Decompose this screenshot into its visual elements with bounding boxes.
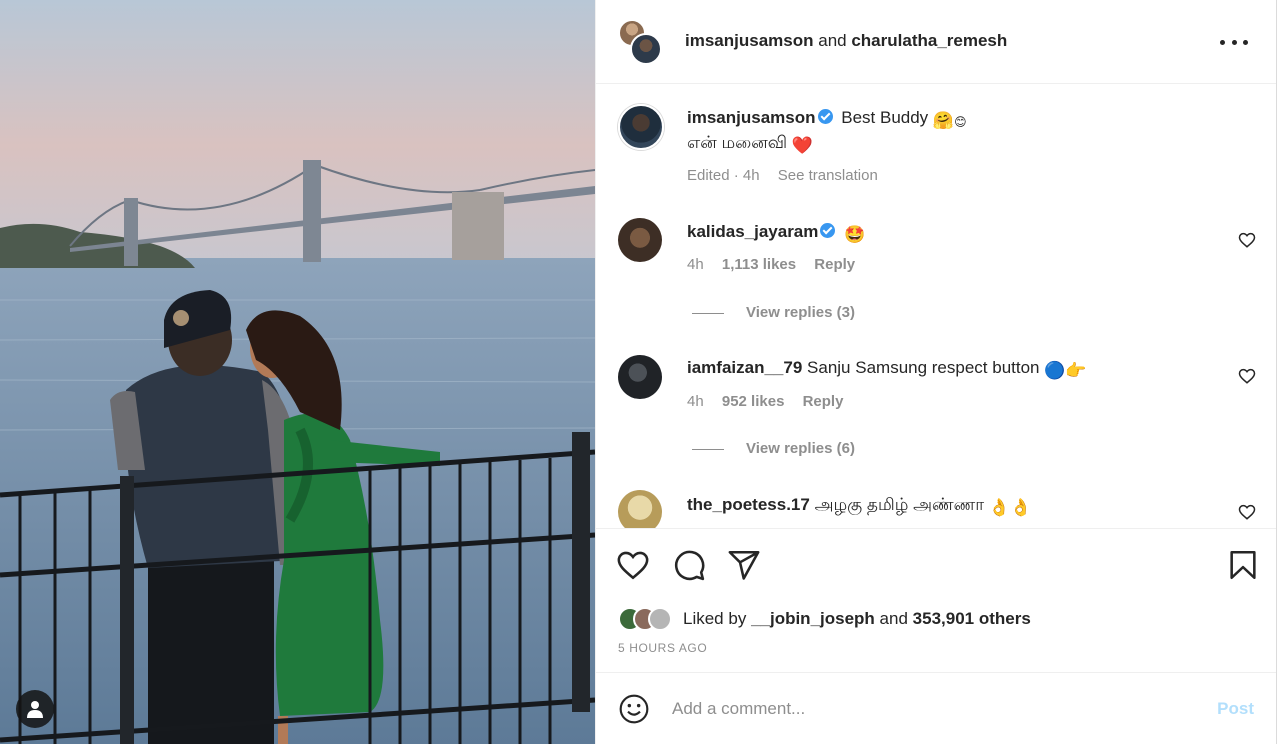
hugging-emoji: 🤗	[932, 111, 955, 130]
heart-icon[interactable]	[616, 548, 650, 582]
comment-username[interactable]: iamfaizan__79	[687, 358, 802, 377]
post-photo[interactable]	[0, 0, 595, 744]
avatar[interactable]	[618, 490, 662, 528]
caption-meta: Edited · 4h See translation	[687, 167, 892, 184]
person-icon	[27, 701, 43, 718]
comment-input[interactable]	[672, 695, 1192, 723]
verified-badge-icon	[817, 109, 833, 124]
star-eyes-emoji: 🤩	[844, 225, 866, 244]
bookmark-icon[interactable]	[1226, 548, 1260, 582]
coauthor-username-link[interactable]: charulatha_remesh	[851, 31, 1007, 50]
comment-time: 4h	[687, 393, 704, 410]
like-comment-heart-icon[interactable]	[1238, 503, 1256, 521]
comment-meta: 4h 1,113 likes Reply	[687, 256, 869, 273]
caption-username[interactable]: imsanjusamson	[687, 108, 816, 127]
liked-by-row: Liked by __jobin_joseph and 353,901 othe…	[618, 607, 1031, 631]
see-translation-link[interactable]: See translation	[778, 167, 878, 184]
liked-by-and: and	[879, 609, 908, 628]
verified-badge-icon	[820, 223, 836, 238]
avatar	[630, 33, 662, 65]
comment-text: iamfaizan__79 Sanju Samsung respect butt…	[687, 358, 1087, 381]
comment-time: 4h	[687, 256, 704, 273]
caption-line-1: imsanjusamson Best Buddy 🤗😊	[687, 108, 967, 131]
avatar	[648, 607, 672, 631]
comment-likes-link[interactable]: 952 likes	[722, 393, 785, 410]
post-timestamp[interactable]: 5 hours ago	[618, 641, 707, 655]
view-replies-button[interactable]: View replies (6)	[692, 440, 855, 457]
comment-body: அழகு தமிழ் அண்ணா	[814, 495, 985, 514]
liked-by-prefix: Liked by	[683, 609, 747, 628]
comment-text: the_poetess.17 அழகு தமிழ் அண்ணா 👌👌	[687, 495, 1031, 518]
comment-text: kalidas_jayaram 🤩	[687, 222, 865, 245]
like-comment-heart-icon[interactable]	[1238, 231, 1256, 249]
add-comment-bar: Post	[596, 672, 1276, 744]
more-options-icon[interactable]	[1220, 30, 1248, 54]
send-icon[interactable]	[727, 548, 761, 582]
avatar[interactable]	[618, 218, 662, 262]
liked-by-count-link[interactable]: 353,901 others	[913, 609, 1031, 628]
comments-section[interactable]: imsanjusamson Best Buddy 🤗😊 என் மனைவி ❤️…	[596, 85, 1276, 528]
liked-by-text: Liked by __jobin_joseph and 353,901 othe…	[683, 609, 1031, 629]
reply-button[interactable]: Reply	[814, 256, 855, 273]
comment-meta: 4h 952 likes Reply	[687, 393, 857, 410]
reply-button[interactable]: Reply	[803, 393, 844, 410]
post-actions: Liked by __jobin_joseph and 353,901 othe…	[596, 528, 1276, 672]
heart-emoji: ❤️	[791, 136, 813, 155]
avatar[interactable]	[618, 355, 662, 399]
like-comment-heart-icon[interactable]	[1238, 367, 1256, 385]
author-username-link[interactable]: imsanjusamson	[685, 31, 814, 50]
edited-label: Edited · 4h	[687, 167, 760, 184]
caption-tamil-text: என் மனைவி	[687, 133, 788, 152]
smile-emoji: 😊	[954, 115, 967, 129]
author-avatars[interactable]	[618, 19, 664, 65]
user-tag-button[interactable]	[16, 690, 54, 728]
smiley-icon[interactable]	[618, 693, 650, 725]
post-authors: imsanjusamson and charulatha_remesh	[685, 31, 1007, 51]
ok-hand-emoji: 👌👌	[988, 498, 1032, 517]
comment-icon[interactable]	[672, 548, 706, 582]
post-button[interactable]: Post	[1217, 699, 1254, 719]
avatar[interactable]	[618, 104, 664, 150]
view-replies-button[interactable]: View replies (3)	[692, 304, 855, 321]
post-details-panel: imsanjusamson and charulatha_remesh imsa…	[595, 0, 1277, 744]
authors-joiner: and	[818, 31, 847, 50]
comment-likes-link[interactable]: 1,113 likes	[722, 256, 796, 273]
comment-body: Sanju Samsung respect button	[807, 358, 1040, 377]
comment-username[interactable]: kalidas_jayaram	[687, 222, 818, 241]
photo-scene	[0, 0, 595, 744]
comment-username[interactable]: the_poetess.17	[687, 495, 810, 514]
caption-line-2: என் மனைவி ❤️	[687, 133, 813, 156]
liked-by-user-link[interactable]: __jobin_joseph	[751, 609, 875, 628]
button-pointing-emoji: 🔵👉	[1044, 361, 1087, 380]
post-header: imsanjusamson and charulatha_remesh	[596, 0, 1276, 84]
caption-text: Best Buddy	[841, 108, 929, 127]
